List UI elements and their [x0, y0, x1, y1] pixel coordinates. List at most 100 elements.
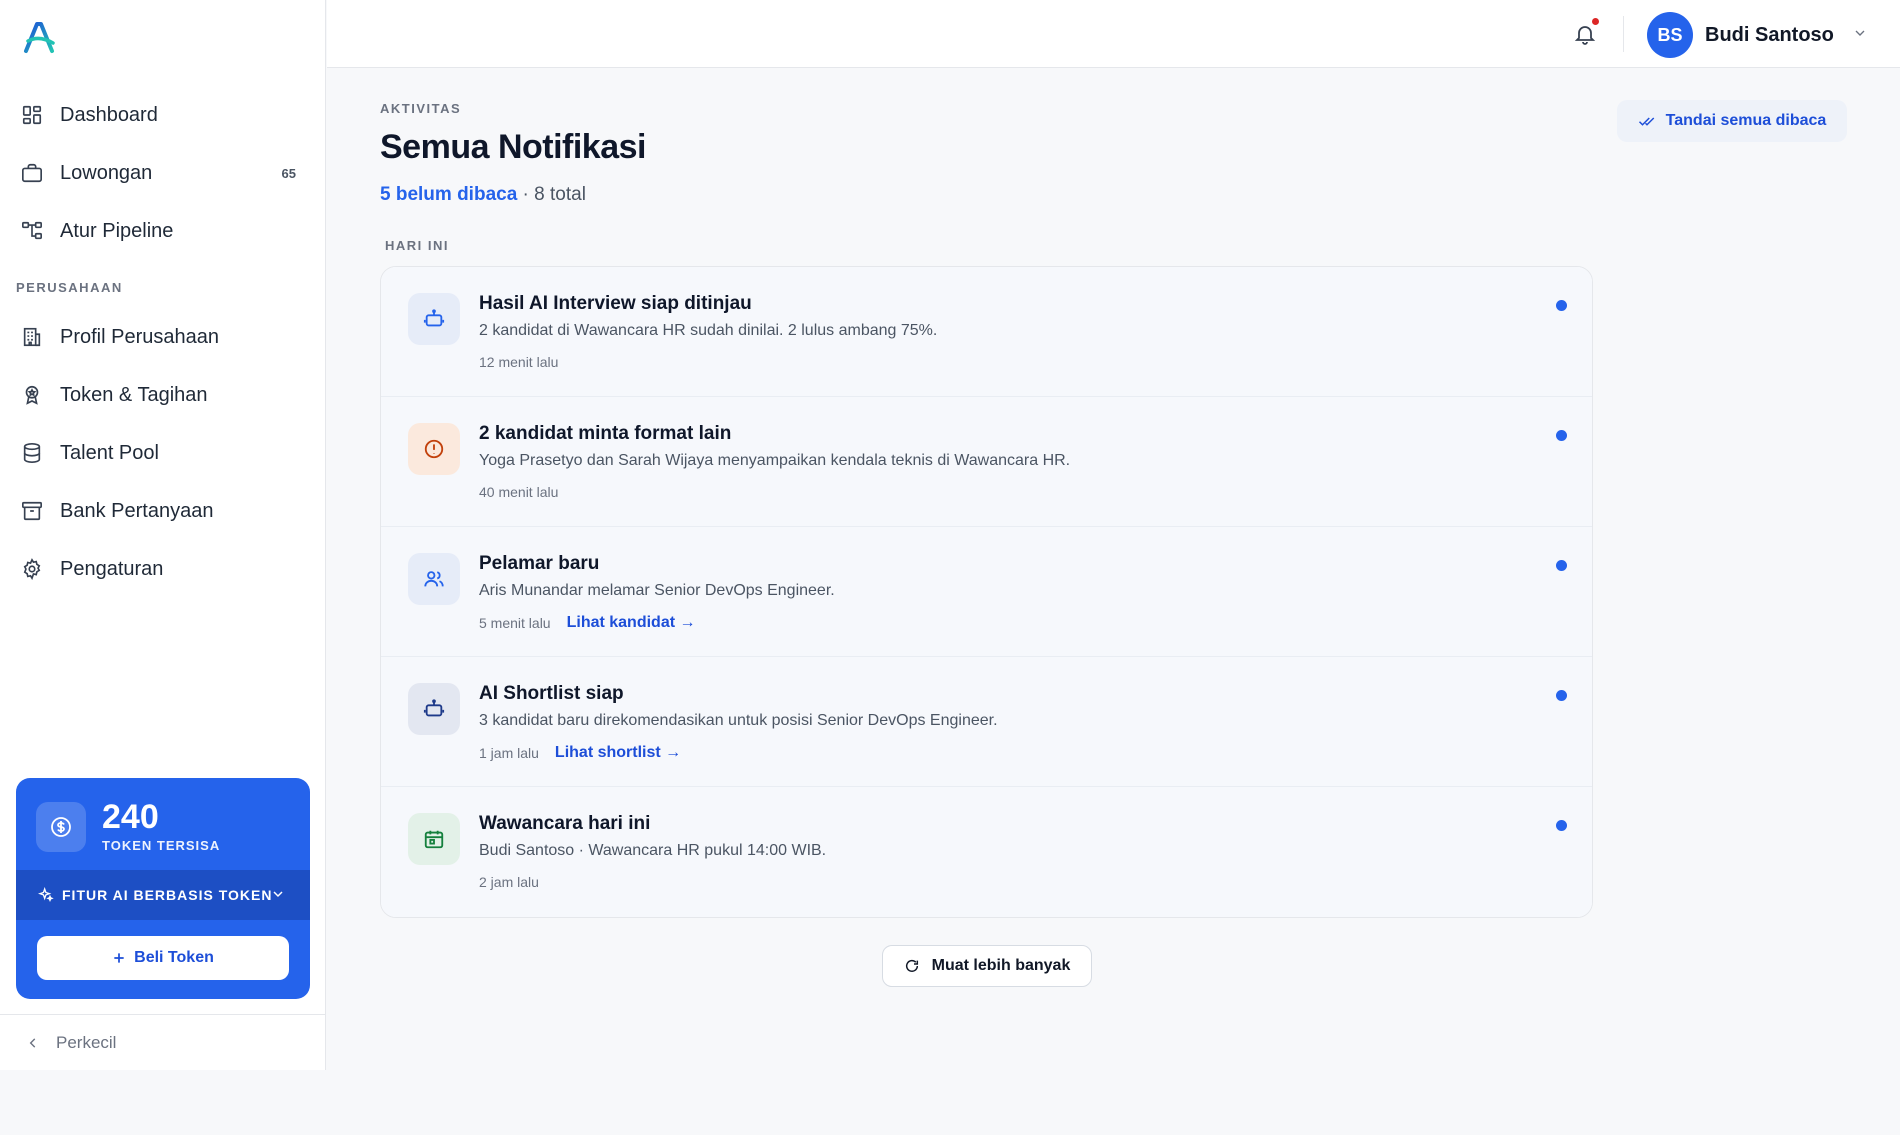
notification-time: 40 menit lalu: [479, 484, 559, 500]
notification-item[interactable]: 2 kandidat minta format lain Yoga Praset…: [381, 397, 1592, 527]
sidebar-item-label: Atur Pipeline: [60, 219, 174, 242]
sidebar-item-label: Bank Pertanyaan: [60, 499, 214, 522]
calendar-icon: [408, 813, 460, 865]
notification-item[interactable]: Wawancara hari ini Budi Santoso · Wawanc…: [381, 787, 1592, 917]
view-shortlist-link[interactable]: Lihat shortlist →: [555, 744, 681, 762]
robot-icon: [408, 293, 460, 345]
sidebar-item-profil-perusahaan[interactable]: Profil Perusahaan: [0, 308, 326, 366]
token-card: 240 TOKEN TERSISA FITUR AI BERBASIS TOKE…: [16, 778, 310, 999]
double-check-icon: [1638, 112, 1656, 130]
notification-title: Pelamar baru: [479, 553, 600, 574]
gear-icon: [20, 557, 44, 581]
chevron-down-icon: [270, 886, 286, 905]
notification-body: Budi Santoso · Wawancara HR pukul 14:00 …: [479, 842, 827, 859]
app-logo[interactable]: [22, 20, 56, 54]
notification-time: 5 menit lalu: [479, 615, 551, 631]
user-menu[interactable]: BS Budi Santoso: [1647, 12, 1868, 58]
mark-all-read-button[interactable]: Tandai semua dibaca: [1617, 100, 1847, 142]
avatar: BS: [1647, 12, 1693, 58]
collapse-sidebar-button[interactable]: Perkecil: [0, 1014, 326, 1070]
notification-body: Aris Munandar melamar Senior DevOps Engi…: [479, 582, 835, 599]
sidebar-item-label: Pengaturan: [60, 557, 164, 580]
divider: [1623, 16, 1624, 52]
bell-icon: [1574, 26, 1596, 45]
sidebar-item-label: Lowongan: [60, 161, 153, 184]
notification-time: 2 jam lalu: [479, 874, 539, 890]
token-features-toggle[interactable]: FITUR AI BERBASIS TOKEN: [16, 870, 310, 920]
unread-count: 5 belum dibaca: [380, 184, 518, 205]
database-icon: [20, 441, 44, 465]
plus-icon: [112, 951, 126, 965]
count-badge: 65: [281, 165, 296, 181]
sidebar-item-label: Profil Perusahaan: [60, 325, 219, 348]
collapse-label: Perkecil: [56, 1032, 117, 1052]
robot-icon: [408, 683, 460, 735]
mark-all-read-label: Tandai semua dibaca: [1665, 112, 1827, 129]
total-count: · 8 total: [517, 184, 586, 205]
unread-dot: [1556, 690, 1567, 701]
unread-dot: [1556, 560, 1567, 571]
notification-summary: 5 belum dibaca · 8 total: [380, 184, 586, 206]
notification-time: 12 menit lalu: [479, 354, 559, 370]
award-icon: [20, 383, 44, 407]
coin-icon: [36, 801, 86, 852]
chevron-left-icon: [26, 1036, 40, 1050]
notification-meta: 5 menit lalu Lihat kandidat →: [479, 614, 696, 632]
archive-icon: [20, 499, 44, 523]
sidebar-item-talent-pool[interactable]: Talent Pool: [0, 424, 326, 482]
notification-item[interactable]: Pelamar baru Aris Munandar melamar Senio…: [381, 527, 1592, 657]
token-features-label: FITUR AI BERBASIS TOKEN: [62, 887, 273, 903]
sidebar-item-dashboard[interactable]: Dashboard: [0, 86, 326, 144]
notification-body: 2 kandidat di Wawancara HR sudah dinilai…: [479, 322, 938, 339]
sidebar-item-label: Talent Pool: [60, 441, 159, 464]
notification-title: 2 kandidat minta format lain: [479, 423, 732, 444]
alert-circle-icon: [408, 423, 460, 475]
unread-dot: [1556, 430, 1567, 441]
sidebar-item-label: Dashboard: [60, 103, 158, 126]
top-bar: BS Budi Santoso: [327, 0, 1900, 68]
notification-meta: 1 jam lalu Lihat shortlist →: [479, 744, 681, 762]
notification-list: Hasil AI Interview siap ditinjau 2 kandi…: [380, 266, 1593, 918]
chevron-down-icon: [1852, 25, 1868, 46]
notification-meta: 2 jam lalu: [479, 874, 539, 890]
sidebar-item-bank-pertanyaan[interactable]: Bank Pertanyaan: [0, 482, 326, 540]
sidebar-item-atur-pipeline[interactable]: Atur Pipeline: [0, 202, 326, 260]
token-label: TOKEN TERSISA: [102, 838, 221, 853]
grid-icon: [20, 103, 44, 127]
notification-body: 3 kandidat baru direkomendasikan untuk p…: [479, 712, 998, 729]
sidebar-item-pengaturan[interactable]: Pengaturan: [0, 540, 326, 598]
sidebar: Dashboard Lowongan 65 Atur Pipeline PERU…: [0, 0, 326, 1070]
sparkle-icon: [38, 887, 54, 903]
notification-title: Wawancara hari ini: [479, 813, 651, 834]
unread-dot: [1556, 820, 1567, 831]
notification-meta: 40 menit lalu: [479, 484, 558, 500]
sidebar-nav: Dashboard Lowongan 65 Atur Pipeline PERU…: [0, 86, 326, 598]
notification-meta: 12 menit lalu: [479, 354, 558, 370]
sidebar-item-lowongan[interactable]: Lowongan 65: [0, 144, 326, 202]
sidebar-item-token-tagihan[interactable]: Token & Tagihan: [0, 366, 326, 424]
sidebar-item-label: Token & Tagihan: [60, 383, 208, 406]
notification-time: 1 jam lalu: [479, 745, 539, 761]
notification-title: Hasil AI Interview siap ditinjau: [479, 293, 752, 314]
pipeline-icon: [20, 219, 44, 243]
notification-item[interactable]: Hasil AI Interview siap ditinjau 2 kandi…: [381, 267, 1592, 397]
notification-item[interactable]: AI Shortlist siap 3 kandidat baru direko…: [381, 657, 1592, 787]
user-name: Budi Santoso: [1705, 23, 1834, 46]
page-title: Semua Notifikasi: [380, 128, 646, 166]
briefcase-icon: [20, 161, 44, 185]
group-label-today: HARI INI: [385, 238, 449, 253]
page-eyebrow: AKTIVITAS: [380, 101, 462, 116]
load-more-button[interactable]: Muat lebih banyak: [882, 945, 1092, 987]
token-count: 240: [102, 798, 159, 836]
users-icon: [408, 553, 460, 605]
unread-indicator: [1592, 18, 1599, 25]
buy-token-button[interactable]: Beli Token: [37, 936, 289, 980]
section-label-perusahaan: PERUSAHAAN: [16, 279, 123, 295]
load-more-label: Muat lebih banyak: [931, 957, 1071, 974]
unread-dot: [1556, 300, 1567, 311]
view-candidate-link[interactable]: Lihat kandidat →: [567, 614, 696, 632]
notification-bell-button[interactable]: [1571, 18, 1599, 48]
refresh-icon: [904, 958, 920, 974]
notification-body: Yoga Prasetyo dan Sarah Wijaya menyampai…: [479, 452, 1071, 469]
token-summary: 240 TOKEN TERSISA: [36, 800, 220, 853]
